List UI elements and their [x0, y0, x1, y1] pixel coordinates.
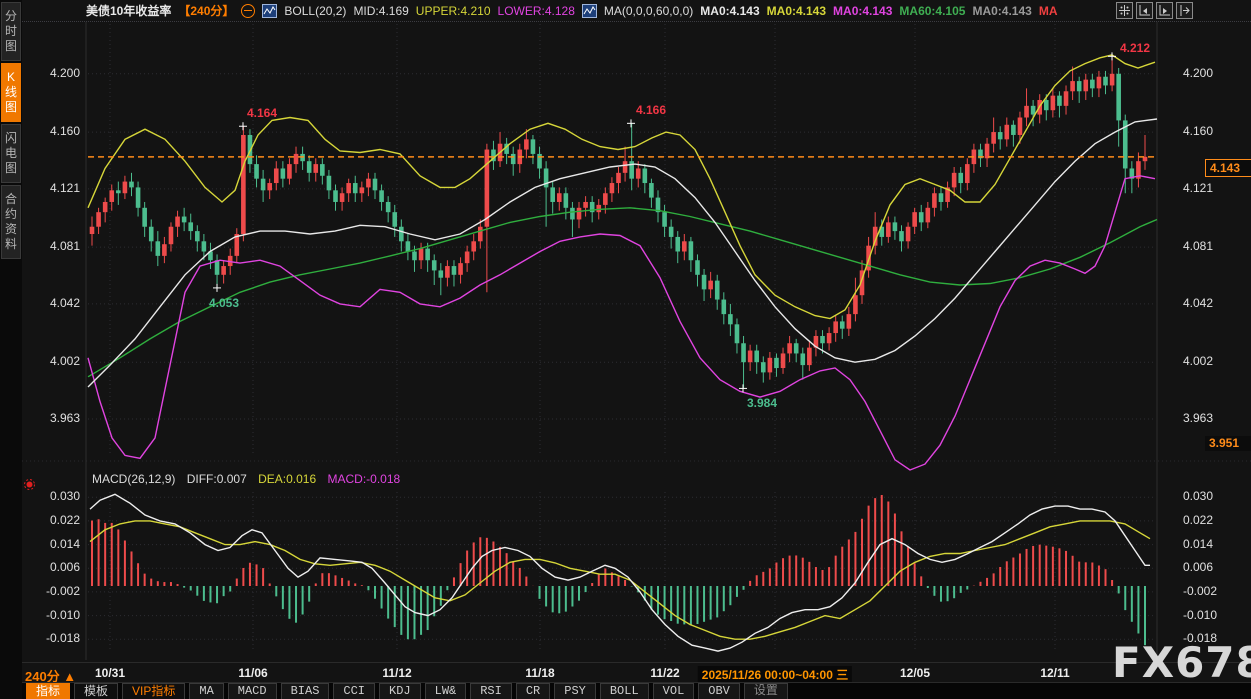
boll-label: BOLL(20,2) — [284, 4, 346, 18]
footer-button-VIP指标[interactable]: VIP指标 — [122, 683, 185, 699]
y-axis-label: 4.002 — [22, 354, 80, 368]
footer-button-BIAS[interactable]: BIAS — [281, 683, 330, 699]
indicator-header: 美债10年收益率 【240分】 BOLL(20,2) MID:4.169 UPP… — [22, 0, 1251, 22]
y-axis-label: 4.042 — [22, 296, 80, 310]
chart-toolbar — [1116, 2, 1193, 19]
y-axis-label: 4.081 — [1183, 239, 1213, 253]
last-price-badge: 4.143 — [1205, 159, 1251, 177]
y-axis-label: 0.022 — [22, 513, 80, 527]
date-label: 11/06 — [238, 666, 267, 680]
y-axis-label: 0.022 — [1183, 513, 1213, 527]
ma-value-3: MA0:4.143 — [833, 4, 892, 18]
ma-value-6: MA — [1039, 4, 1058, 18]
collapse-icon[interactable] — [241, 4, 255, 18]
y-axis-label: -0.018 — [1183, 631, 1217, 645]
swing-high-label: 4.212 — [1120, 41, 1150, 55]
ma-value-1: MA0:4.143 — [700, 4, 759, 18]
footer-button-模板[interactable]: 模板 — [74, 683, 118, 699]
footer-button-LW&[interactable]: LW& — [425, 683, 467, 699]
date-label: 11/12 — [382, 666, 411, 680]
y-axis-label: 3.963 — [22, 411, 80, 425]
kline-chart-canvas[interactable] — [0, 0, 1251, 699]
footer-button-MACD[interactable]: MACD — [228, 683, 277, 699]
y-axis-label: 4.042 — [1183, 296, 1213, 310]
swing-high-label: 4.164 — [247, 106, 277, 120]
date-label: 12/05 — [900, 666, 930, 680]
prev-range-icon[interactable] — [1136, 2, 1153, 19]
sidebar-tab-3[interactable]: 闪电图 — [1, 124, 21, 183]
footer-button-CR[interactable]: CR — [516, 683, 550, 699]
period-badge[interactable]: 【240分】 — [178, 2, 234, 19]
swing-low-label: 3.984 — [747, 396, 777, 410]
y-axis-label: 4.002 — [1183, 354, 1213, 368]
macd-label: MACD(26,12,9) — [92, 472, 175, 486]
footer-button-BOLL[interactable]: BOLL — [600, 683, 649, 699]
date-label: 12/11 — [1040, 666, 1069, 680]
boll-mid-value: MID:4.169 — [353, 4, 408, 18]
footer-button-VOL[interactable]: VOL — [653, 683, 695, 699]
date-label: 10/31 — [95, 666, 125, 680]
y-axis-label: 4.081 — [22, 239, 80, 253]
y-axis-label: -0.018 — [22, 631, 80, 645]
boll-upper-value: UPPER:4.210 — [416, 4, 491, 18]
left-sidebar: 分时图K线图闪电图合约资料 — [0, 0, 22, 699]
y-axis-label: -0.010 — [1183, 608, 1217, 622]
y-axis-label: 4.160 — [22, 124, 80, 138]
footer-button-CCI[interactable]: CCI — [333, 683, 375, 699]
macd-header: MACD(26,12,9) DIFF:0.007 DEA:0.016 MACD:… — [92, 472, 408, 486]
y-axis-label: -0.010 — [22, 608, 80, 622]
trading-terminal: 分时图K线图闪电图合约资料 美债10年收益率 【240分】 BOLL(20,2)… — [0, 0, 1251, 699]
y-axis-label: 4.121 — [1183, 181, 1213, 195]
sidebar-tab-4[interactable]: 合约资料 — [1, 185, 21, 259]
move-chart-icon[interactable] — [1116, 2, 1133, 19]
boll-lower-value: LOWER:4.128 — [498, 4, 575, 18]
sidebar-tab-2[interactable]: K线图 — [1, 63, 21, 122]
y-axis-label: 3.963 — [1183, 411, 1213, 425]
footer-button-MA[interactable]: MA — [189, 683, 223, 699]
y-axis-label: 4.160 — [1183, 124, 1213, 138]
ma-values: MA0:4.143 MA0:4.143 MA0:4.143 MA60:4.105 MA0… — [700, 4, 1064, 18]
date-axis: 240分 ▲ 10/3111/0611/1211/1811/222025/11/… — [0, 662, 1251, 683]
footer-button-KDJ[interactable]: KDJ — [379, 683, 421, 699]
macd-macd-value: MACD:-0.018 — [327, 472, 400, 486]
ma-label: MA(0,0,0,60,0,0) — [604, 4, 693, 18]
y-axis-label: 4.121 — [22, 181, 80, 195]
y-axis-label: -0.002 — [22, 584, 80, 598]
footer-button-RSI[interactable]: RSI — [470, 683, 512, 699]
date-label: 11/22 — [650, 666, 679, 680]
sidebar-tab-1[interactable]: 分时图 — [1, 2, 21, 61]
y-axis-label: -0.002 — [1183, 584, 1217, 598]
date-label: 11/18 — [525, 666, 554, 680]
y-axis-label: 0.006 — [1183, 560, 1213, 574]
y-axis-label: 4.200 — [1183, 66, 1213, 80]
y-axis-label: 0.014 — [1183, 537, 1213, 551]
next-range-icon[interactable] — [1156, 2, 1173, 19]
ma-indicator-icon[interactable] — [582, 4, 597, 18]
y-axis-label: 0.030 — [1183, 489, 1213, 503]
macd-dea-value: DEA:0.016 — [258, 472, 316, 486]
macd-diff-value: DIFF:0.007 — [187, 472, 247, 486]
footer-button-指标[interactable]: 指标 — [26, 683, 70, 699]
indicator-toolbar: 指标模板VIP指标MA MACDBIASCCIKDJLW&RSICRPSYBOLL… — [0, 682, 1251, 699]
y-axis-label: 0.006 — [22, 560, 80, 574]
page-title: 美债10年收益率 — [86, 2, 171, 19]
footer-button-OBV[interactable]: OBV — [698, 683, 740, 699]
boll-indicator-icon[interactable] — [262, 4, 277, 18]
swing-high-label: 4.166 — [636, 103, 666, 117]
alarm-dot-icon[interactable] — [21, 476, 38, 493]
ma-value-4: MA60:4.105 — [899, 4, 965, 18]
ma-value-2: MA0:4.143 — [767, 4, 826, 18]
y-axis-label: 0.014 — [22, 537, 80, 551]
swing-low-label: 4.053 — [209, 296, 239, 310]
footer-button-设置[interactable]: 设置 — [744, 683, 788, 699]
expand-pane-icon[interactable] — [1176, 2, 1193, 19]
ma-value-5: MA0:4.143 — [972, 4, 1031, 18]
y-axis-label: 4.200 — [22, 66, 80, 80]
date-label-highlighted: 2025/11/26 00:00~04:00 三 — [698, 666, 852, 683]
footer-button-PSY[interactable]: PSY — [554, 683, 596, 699]
range-min-label: 3.951 — [1205, 436, 1251, 451]
